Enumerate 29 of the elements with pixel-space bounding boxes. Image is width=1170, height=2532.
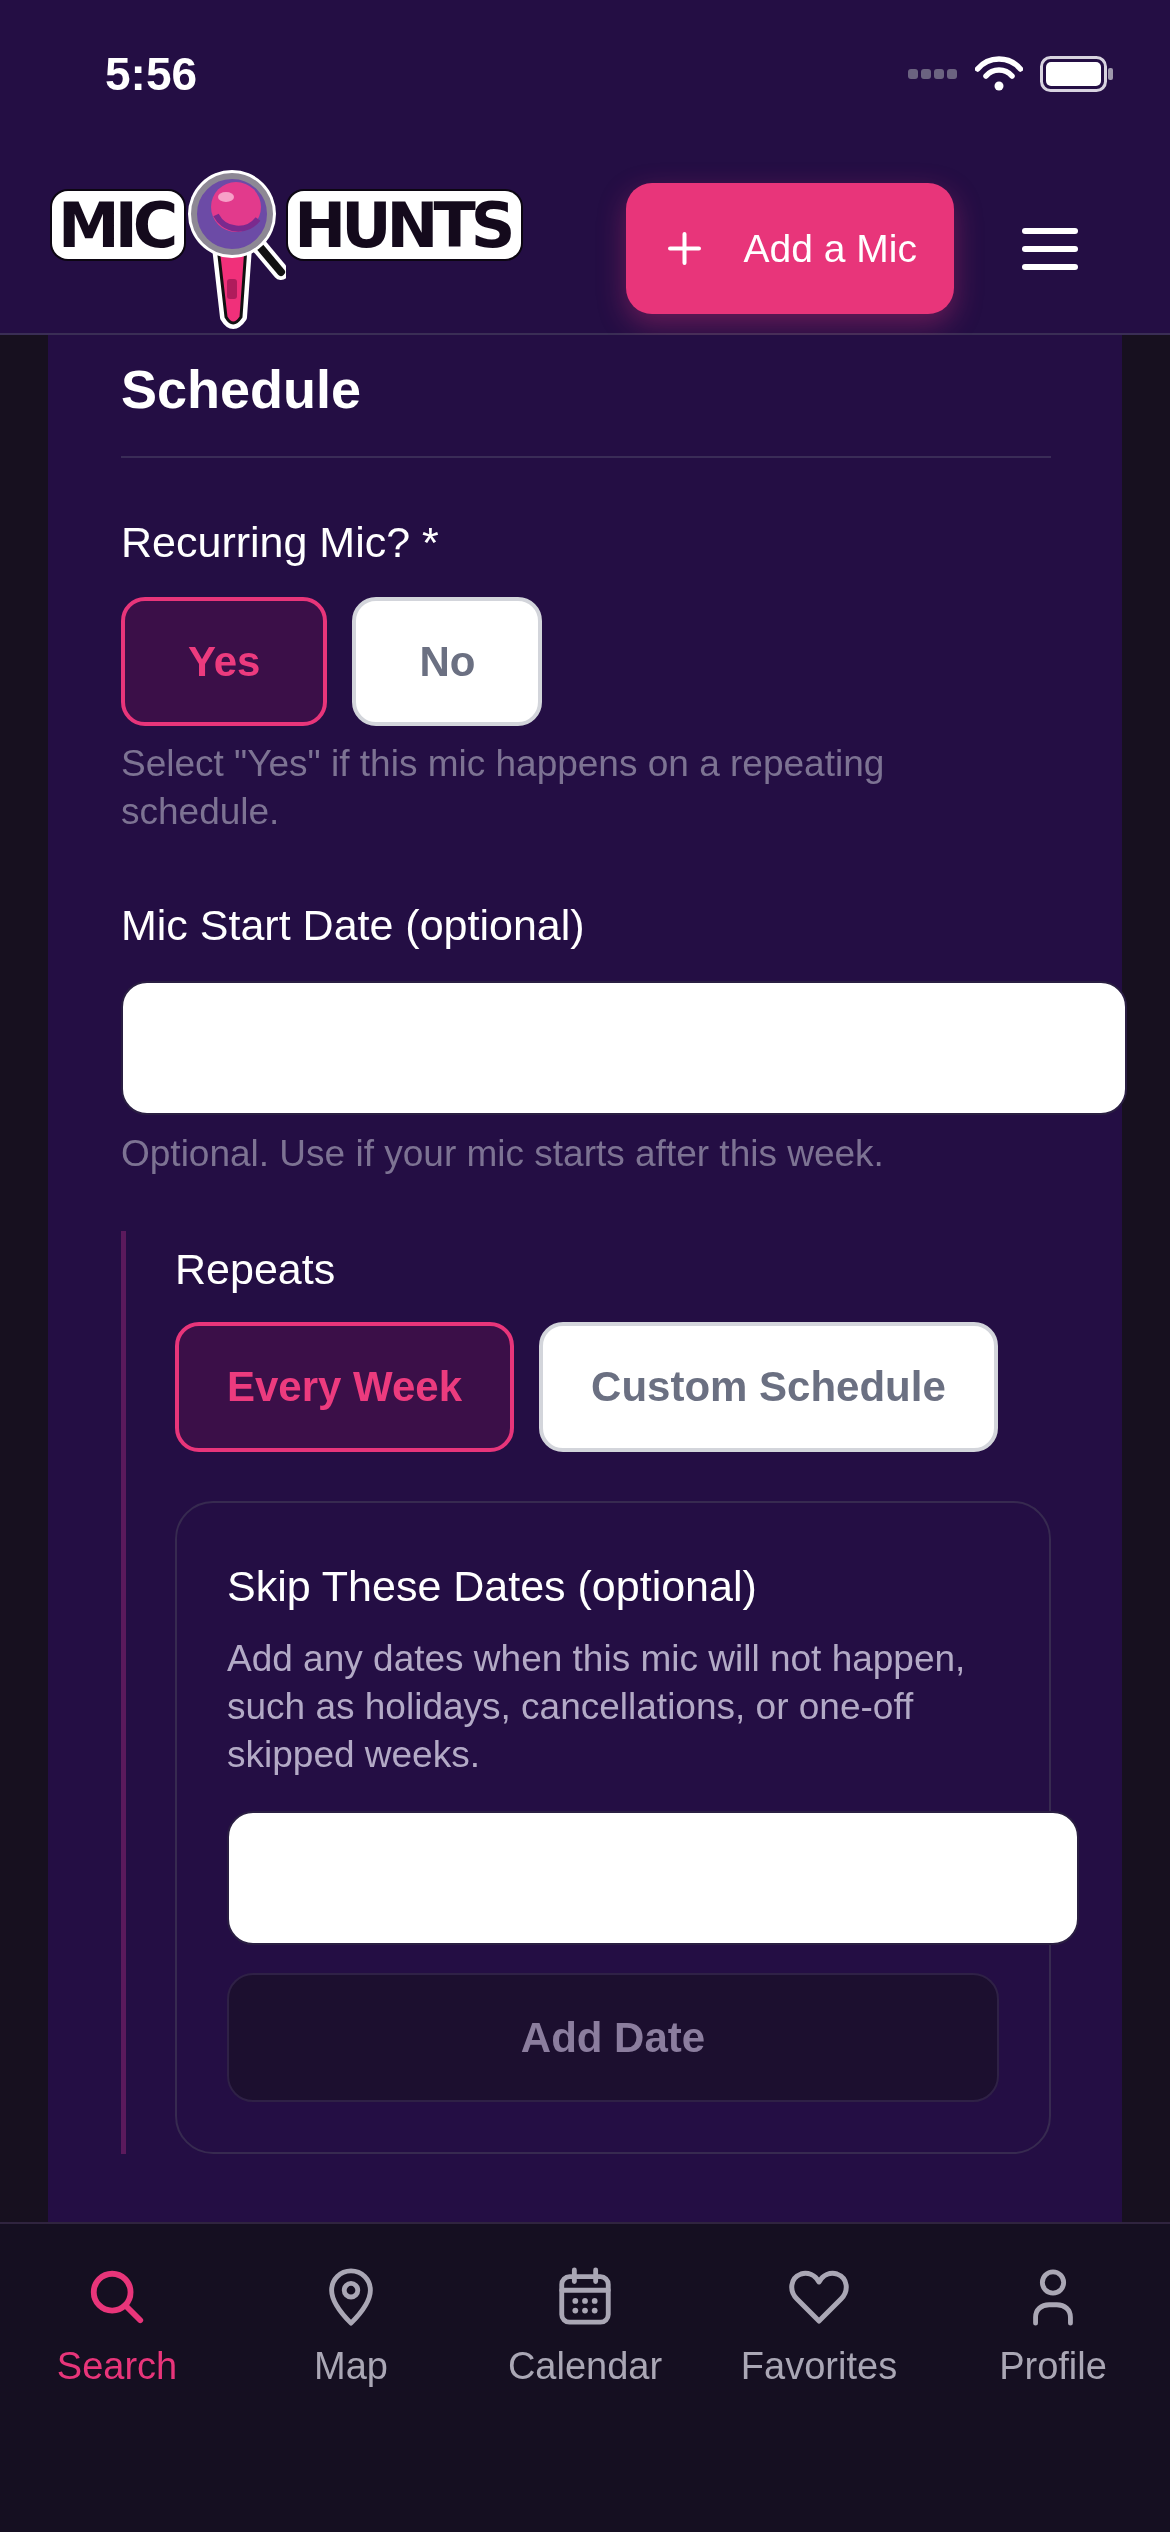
logo-text: MIC <box>52 191 185 259</box>
wifi-icon <box>975 56 1023 92</box>
date-input-field[interactable] <box>121 981 1127 1115</box>
field-label: Recurring Mic? * <box>121 517 440 568</box>
menu-icon[interactable] <box>1022 227 1078 270</box>
magnifier-microphone-icon <box>186 167 287 330</box>
option-button[interactable]: No <box>352 597 543 726</box>
nav-tab[interactable]: Profile <box>993 2266 1113 2389</box>
field-label: Skip These Dates (optional) <box>227 1561 758 1612</box>
field-label: Mic Start Date (optional) <box>121 900 586 951</box>
plus-icon <box>667 232 701 265</box>
section-heading: Schedule <box>121 358 363 421</box>
helper-text: Add any dates when this mic will not happen, such as holidays, cancellations, or one-off skipped weeks. <box>227 1637 967 1777</box>
field-label: Repeats <box>175 1244 337 1295</box>
nav-tab[interactable]: Map <box>308 2266 394 2389</box>
date-input-field[interactable] <box>227 1811 1079 1945</box>
nav-tab[interactable]: Favorites <box>734 2266 904 2389</box>
option-button[interactable]: Custom Schedule <box>539 1322 998 1452</box>
helper-text: Optional. Use if your mic starts after this week. <box>121 1132 885 1176</box>
nav-tab[interactable]: Search <box>50 2266 184 2389</box>
option-button[interactable]: Yes <box>121 597 328 726</box>
option-button[interactable]: Every Week <box>175 1322 515 1452</box>
add-mic-button[interactable]: Add a Mic <box>625 183 954 314</box>
helper-text: Select "Yes" if this mic happens on a repeating schedule. <box>121 742 886 834</box>
status-time: 5:56 <box>105 51 198 97</box>
logo-text: HUNTS <box>288 191 522 259</box>
signal-dots-icon <box>908 68 958 80</box>
nav-tab[interactable]: Calendar <box>501 2266 669 2389</box>
battery-icon <box>1040 56 1114 92</box>
